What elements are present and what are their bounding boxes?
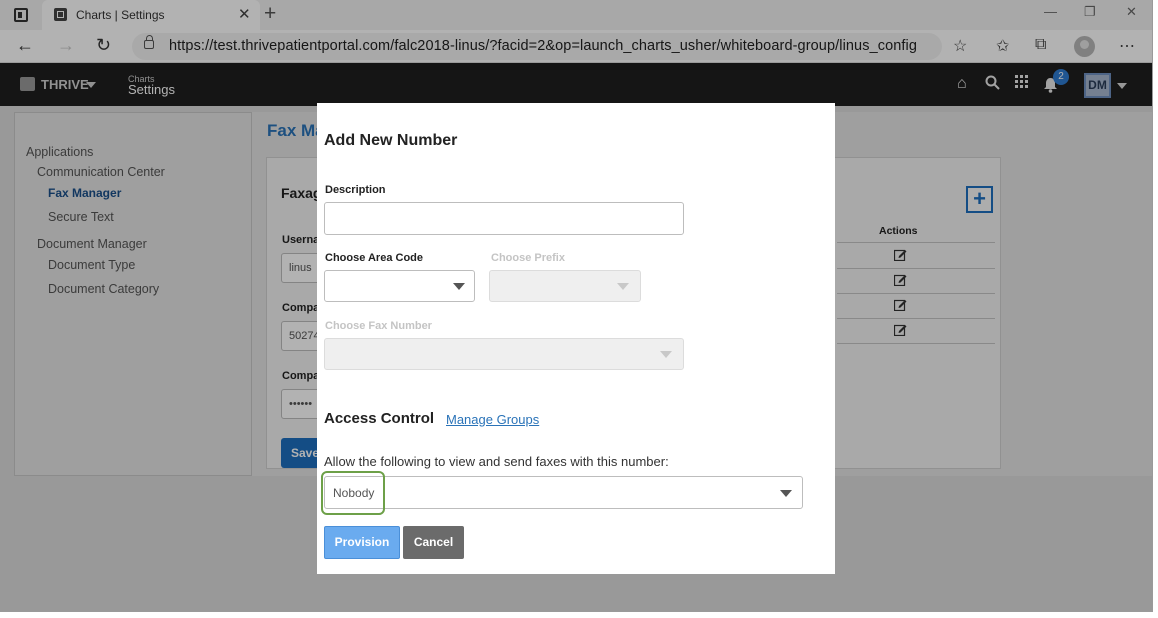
manage-groups-link[interactable]: Manage Groups bbox=[446, 412, 539, 427]
chevron-down-icon bbox=[453, 283, 465, 290]
description-label: Description bbox=[325, 184, 386, 196]
chevron-down-icon bbox=[780, 489, 792, 497]
access-select[interactable]: Nobody bbox=[324, 476, 803, 509]
browser-window: Charts | Settings ✕ + — ❐ ✕ ← → ↻ https:… bbox=[0, 0, 1153, 612]
description-field[interactable] bbox=[324, 202, 684, 235]
access-control-title: Access Control bbox=[324, 410, 435, 427]
add-number-modal: Add New Number Description Choose Area C… bbox=[317, 103, 835, 574]
chevron-down-icon bbox=[660, 351, 672, 358]
focus-highlight bbox=[321, 471, 385, 515]
area-code-select[interactable] bbox=[324, 270, 475, 302]
access-description: Allow the following to view and send fax… bbox=[324, 454, 669, 469]
chevron-down-icon bbox=[617, 283, 629, 290]
prefix-select bbox=[489, 270, 641, 302]
area-code-label: Choose Area Code bbox=[325, 252, 424, 264]
fax-number-select bbox=[324, 338, 684, 370]
cancel-button[interactable]: Cancel bbox=[403, 526, 464, 559]
modal-title: Add New Number bbox=[324, 132, 458, 149]
provision-button[interactable]: Provision bbox=[324, 526, 400, 559]
prefix-label: Choose Prefix bbox=[491, 252, 565, 264]
fax-number-label: Choose Fax Number bbox=[325, 320, 432, 332]
